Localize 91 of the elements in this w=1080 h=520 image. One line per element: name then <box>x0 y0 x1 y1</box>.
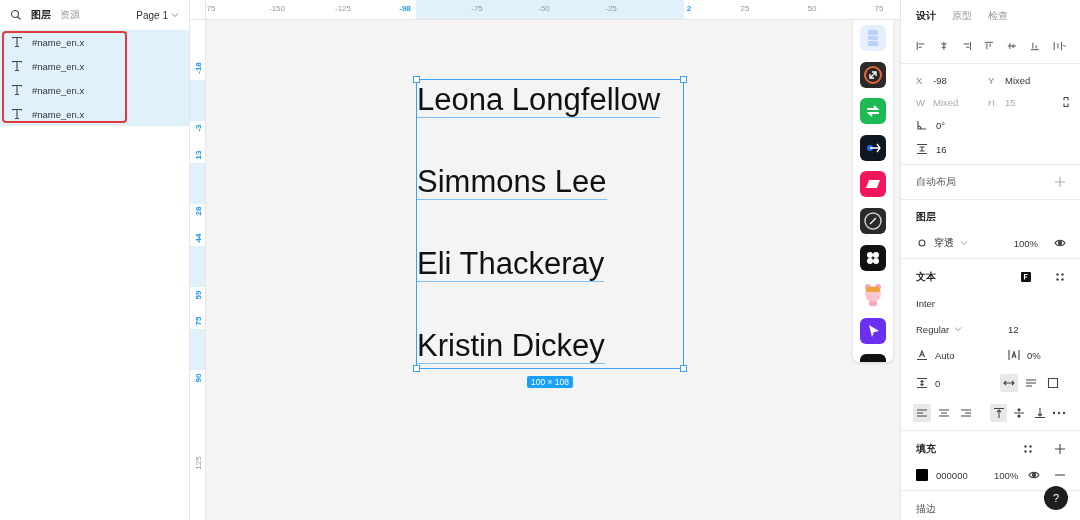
layer-item[interactable]: #name_en.x <box>0 102 189 126</box>
angle-icon <box>916 119 928 131</box>
search-icon[interactable] <box>10 9 22 21</box>
canvas-text[interactable]: Simmons Lee <box>417 164 607 200</box>
resize-handle[interactable] <box>413 365 420 372</box>
blend-mode-select[interactable]: 穿透 <box>916 236 968 250</box>
ruler-label: -125 <box>335 4 351 13</box>
position-field[interactable]: Y Mixed <box>988 75 1060 86</box>
grid-dots-icon[interactable] <box>1054 271 1066 283</box>
opacity-value[interactable]: 100% <box>1013 237 1038 249</box>
color-swatch[interactable] <box>916 469 928 481</box>
ruler-label: 75 <box>874 4 884 13</box>
hex-field[interactable]: 000000 <box>936 469 986 481</box>
four-dots-icon[interactable] <box>860 244 886 271</box>
style-icon[interactable] <box>1020 271 1032 283</box>
paragraph-spacing-field[interactable]: 0 <box>916 377 996 389</box>
canvas-text[interactable]: Leona Longfellow <box>417 82 661 118</box>
size-badge: 100 × 108 <box>526 376 574 388</box>
chevron-icon <box>954 326 963 332</box>
text-icon <box>11 60 23 72</box>
layer-item[interactable]: #name_en.x <box>0 30 189 54</box>
ruler-label: -50 <box>538 4 550 13</box>
auto-width-icon[interactable] <box>1000 374 1018 392</box>
page-selector[interactable]: Page 1 <box>136 9 179 21</box>
align-top-icon[interactable] <box>990 404 1007 422</box>
spacing-field[interactable]: 16 <box>916 142 1066 156</box>
ruler-label: -98 <box>399 4 411 13</box>
ruler-label: 75 <box>206 4 216 13</box>
align-right-icon[interactable] <box>961 40 972 52</box>
line-height-icon <box>916 349 928 361</box>
canvas-text[interactable]: Eli Thackeray <box>417 246 605 282</box>
paragraph-spacing-icon <box>916 377 928 389</box>
text-icon <box>11 36 23 48</box>
text-icon <box>11 108 23 120</box>
ruler-label: -75 <box>471 4 483 13</box>
canvas-text[interactable]: Kristin Dickey <box>417 328 605 364</box>
section-title: 图层 <box>916 210 936 224</box>
expand-arrows-icon[interactable] <box>860 61 886 88</box>
sync-arrows-icon[interactable] <box>860 98 886 125</box>
layer-item[interactable]: #name_en.x <box>0 78 189 102</box>
cursor-icon[interactable] <box>860 317 886 344</box>
panel-tab[interactable]: 图层 <box>31 8 51 22</box>
ruler-label: 59 <box>193 290 203 300</box>
ruler-label: 13 <box>193 150 203 160</box>
spacing-icon <box>916 143 928 155</box>
help-button[interactable]: ? <box>1044 486 1068 510</box>
align-middle-icon[interactable] <box>1007 40 1018 52</box>
font-family-select[interactable]: Inter <box>916 297 935 309</box>
rotation-field[interactable]: 0° <box>916 118 1066 132</box>
distribute-icon[interactable] <box>1052 40 1066 52</box>
font-weight-select[interactable]: Regular <box>916 323 1000 335</box>
eye-icon[interactable] <box>1054 237 1066 249</box>
align-center-icon[interactable] <box>938 40 949 52</box>
link-icon[interactable] <box>1060 96 1072 108</box>
letter-spacing-icon <box>1008 349 1020 361</box>
layer-item[interactable]: #name_en.x <box>0 54 189 78</box>
resize-handle[interactable] <box>413 76 420 83</box>
ruler-label: 28 <box>193 206 203 216</box>
plus-icon[interactable] <box>1054 443 1066 455</box>
align-top-icon[interactable] <box>984 40 995 52</box>
ruler-label: 44 <box>193 233 203 243</box>
parallelogram-icon[interactable] <box>860 171 886 198</box>
opacity-value[interactable]: 100% <box>994 469 1019 481</box>
ruler-label: -150 <box>269 4 285 13</box>
chevron-icon <box>960 240 968 246</box>
section-title: 填充 <box>916 442 936 456</box>
section-title: 文本 <box>916 270 936 284</box>
grid-dots-icon[interactable] <box>1022 443 1034 455</box>
ruler-label: -25 <box>605 4 617 13</box>
ruler-label: 2 <box>686 4 692 13</box>
resize-handle[interactable] <box>680 365 687 372</box>
chevron-icon <box>171 12 179 18</box>
ruler-label: -3 <box>193 124 203 132</box>
text-icon <box>11 84 23 96</box>
line-height-field[interactable]: Auto <box>916 349 1000 361</box>
letter-spacing-field[interactable]: 0% <box>1008 349 1041 361</box>
inspector-tab[interactable]: 设计 <box>916 9 936 23</box>
ruler-label: 25 <box>740 4 750 13</box>
ruler-label: 125 <box>193 456 203 470</box>
section-title: 描边 <box>916 502 936 516</box>
eye-icon[interactable] <box>1028 469 1040 481</box>
ruler-label: 50 <box>807 4 817 13</box>
align-left-icon[interactable] <box>916 40 926 52</box>
ruler-label: -18 <box>193 62 203 74</box>
section-title: 自动布局 <box>916 175 956 189</box>
resize-handle[interactable] <box>680 76 687 83</box>
align-bottom-icon[interactable] <box>1030 40 1040 52</box>
position-field[interactable]: X -98 <box>916 75 988 86</box>
ruler-label: 75 <box>193 316 203 326</box>
ruler-label: 90 <box>193 373 203 383</box>
font-size-field[interactable]: 12 <box>1008 323 1019 335</box>
